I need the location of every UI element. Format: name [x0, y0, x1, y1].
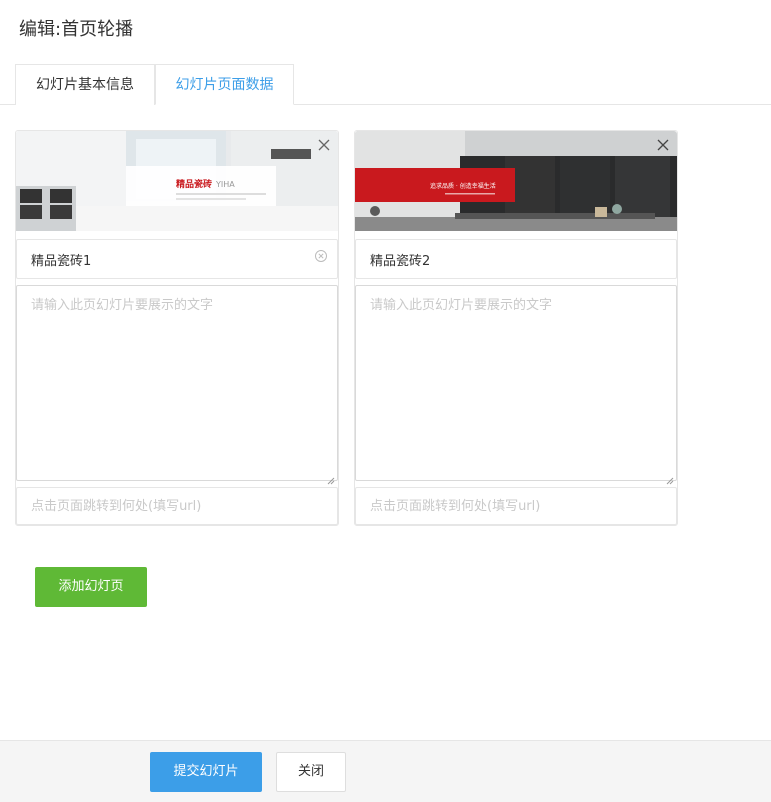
slide-banner-headline-2: 追求品质 · 创造幸福生活	[430, 182, 496, 190]
slide-banner-suffix-1: YIHA	[215, 180, 235, 189]
slide-title-field-1	[16, 239, 338, 279]
slide-card-1: 精品瓷砖 YIHA	[15, 130, 339, 526]
resize-grip-icon[interactable]	[327, 470, 335, 485]
tab-basic-info[interactable]: 幻灯片基本信息	[15, 64, 155, 105]
slide-text-field-2	[355, 285, 677, 485]
close-button[interactable]: 关闭	[276, 752, 346, 792]
slide-title-input-1[interactable]	[17, 240, 337, 278]
slide-url-field-1	[16, 487, 338, 525]
slide-banner-headline-1: 精品瓷砖	[176, 178, 212, 190]
footer-bar: 提交幻灯片 关闭	[0, 740, 771, 802]
slide-close-icon-1[interactable]	[316, 137, 332, 153]
submit-slides-button[interactable]: 提交幻灯片	[150, 752, 262, 792]
slide-url-field-2	[355, 487, 677, 525]
slide-close-icon-2[interactable]	[655, 137, 671, 153]
tab-bar: 幻灯片基本信息 幻灯片页面数据	[0, 64, 771, 105]
slide-title-input-2[interactable]	[356, 240, 676, 278]
slide-title-field-2	[355, 239, 677, 279]
slide-card-2: 追求品质 · 创造幸福生活	[354, 130, 678, 526]
slide-text-field-1	[16, 285, 338, 485]
resize-grip-icon[interactable]	[666, 470, 674, 485]
page-title: 编辑:首页轮播	[19, 19, 134, 40]
slide-image-1: 精品瓷砖 YIHA	[16, 131, 338, 231]
tab-page-data[interactable]: 幻灯片页面数据	[155, 64, 294, 105]
slide-image-2: 追求品质 · 创造幸福生活	[355, 131, 677, 231]
slide-url-input-1[interactable]	[17, 488, 337, 524]
slide-text-textarea-1[interactable]	[17, 286, 337, 480]
slide-url-input-2[interactable]	[356, 488, 676, 524]
slide-text-textarea-2[interactable]	[356, 286, 676, 480]
add-slide-button[interactable]: 添加幻灯页	[35, 567, 147, 607]
clear-input-icon[interactable]	[314, 248, 328, 262]
